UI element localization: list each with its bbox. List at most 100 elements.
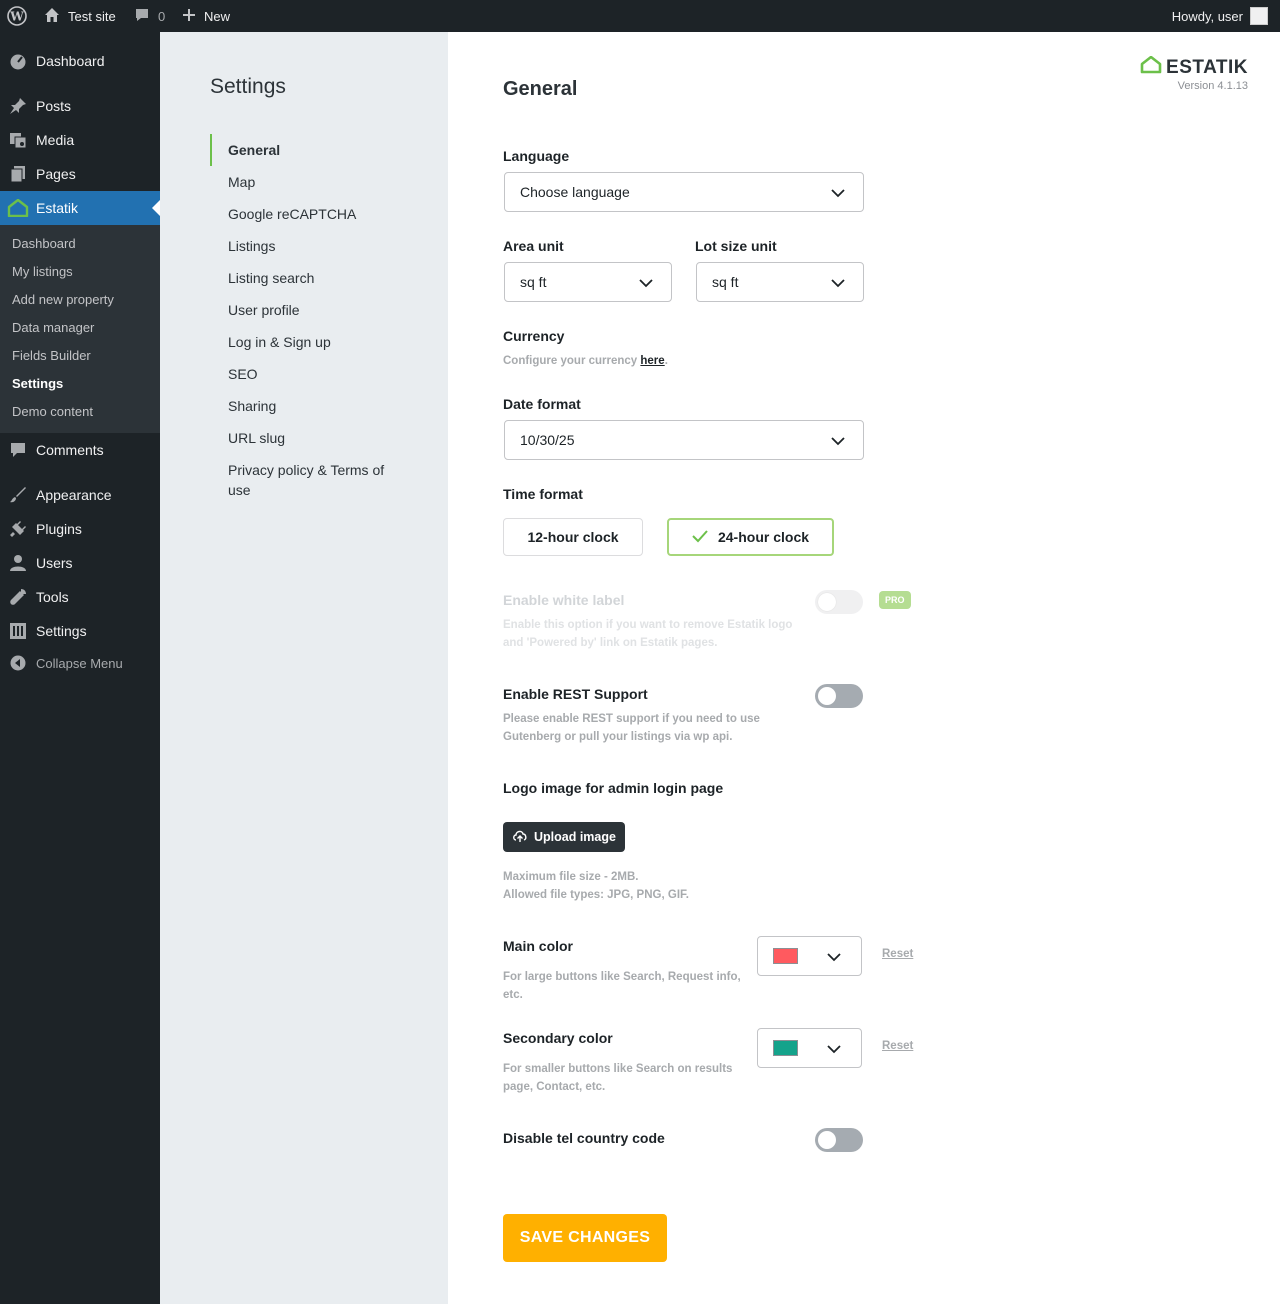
menu-settings[interactable]: Settings bbox=[0, 614, 160, 648]
estatik-logo: ESTATIK bbox=[1140, 55, 1248, 80]
settings-nav-user-profile[interactable]: User profile bbox=[228, 300, 398, 320]
secondary-color-picker[interactable] bbox=[757, 1028, 862, 1068]
secondary-color-reset-link[interactable]: Reset bbox=[882, 1040, 913, 1052]
time-12-hour-button[interactable]: 12-hour clock bbox=[503, 518, 643, 556]
main-color-picker[interactable] bbox=[757, 936, 862, 976]
settings-nav-listing-search[interactable]: Listing search bbox=[228, 268, 398, 288]
comments-count: 0 bbox=[158, 8, 166, 24]
white-label-toggle[interactable] bbox=[815, 590, 863, 614]
menu-users[interactable]: Users bbox=[0, 546, 160, 580]
settings-nav-sharing[interactable]: Sharing bbox=[228, 396, 398, 416]
comments-link[interactable]: 0 bbox=[134, 0, 165, 32]
settings-title: Settings bbox=[210, 75, 286, 98]
rest-support-help: Please enable REST support if you need t… bbox=[503, 713, 760, 743]
chevron-down-icon bbox=[831, 189, 845, 198]
submenu-fields-builder[interactable]: Fields Builder bbox=[12, 346, 91, 366]
white-label-help: Enable this option if you want to remove… bbox=[503, 619, 793, 649]
chevron-down-icon bbox=[831, 279, 845, 288]
area-unit-select[interactable]: sq ft bbox=[504, 262, 672, 302]
language-label: Language bbox=[503, 148, 570, 164]
rest-support-toggle[interactable] bbox=[815, 684, 863, 708]
user-account-menu[interactable]: Howdy, user bbox=[1172, 0, 1268, 32]
home-icon bbox=[44, 7, 60, 26]
paintbrush-icon bbox=[0, 486, 36, 504]
upload-image-button[interactable]: Upload image bbox=[503, 822, 625, 852]
date-format-select[interactable]: 10/30/25 bbox=[504, 420, 864, 460]
plus-icon bbox=[182, 8, 196, 25]
menu-media[interactable]: Media bbox=[0, 123, 160, 157]
secondary-color-swatch bbox=[773, 1040, 798, 1056]
lot-size-value: sq ft bbox=[712, 274, 739, 290]
settings-nav-privacy-terms[interactable]: Privacy policy & Terms of use bbox=[228, 460, 388, 500]
menu-pages[interactable]: Pages bbox=[0, 157, 160, 191]
menu-appearance[interactable]: Appearance bbox=[0, 478, 160, 512]
settings-nav-listings[interactable]: Listings bbox=[228, 236, 398, 256]
chevron-down-icon bbox=[831, 437, 845, 446]
date-format-value: 10/30/25 bbox=[520, 432, 575, 448]
submenu-data-manager[interactable]: Data manager bbox=[12, 318, 94, 338]
rest-support-label: Enable REST Support bbox=[503, 686, 648, 702]
new-label: New bbox=[204, 8, 231, 24]
submenu-demo-content[interactable]: Demo content bbox=[12, 402, 93, 422]
time-format-label: Time format bbox=[503, 486, 583, 502]
version-label: Version 4.1.13 bbox=[1177, 80, 1248, 92]
menu-dashboard[interactable]: Dashboard bbox=[0, 44, 160, 78]
language-select[interactable]: Choose language bbox=[504, 172, 864, 212]
admin-bar: W Test site 0 New Howdy, user bbox=[0, 0, 1280, 32]
settings-sliders-icon bbox=[0, 622, 36, 640]
time-24-hour-button[interactable]: 24-hour clock bbox=[667, 518, 834, 556]
language-value: Choose language bbox=[520, 184, 630, 200]
current-menu-arrow bbox=[152, 200, 160, 216]
save-changes-button[interactable]: SAVE CHANGES bbox=[503, 1214, 667, 1262]
active-nav-indicator bbox=[210, 134, 212, 166]
collapse-menu-button[interactable]: Collapse Menu bbox=[0, 646, 160, 680]
comment-icon bbox=[0, 441, 36, 459]
site-name: Test site bbox=[68, 8, 116, 24]
settings-nav-general[interactable]: General bbox=[228, 140, 398, 160]
lot-size-label: Lot size unit bbox=[695, 238, 777, 254]
date-format-label: Date format bbox=[503, 396, 581, 412]
submenu-dashboard[interactable]: Dashboard bbox=[12, 234, 76, 254]
settings-nav-recaptcha[interactable]: Google reCAPTCHA bbox=[228, 204, 398, 224]
pro-badge: PRO bbox=[879, 591, 911, 609]
main-color-swatch bbox=[773, 948, 798, 964]
menu-estatik[interactable]: Estatik bbox=[0, 191, 160, 225]
dashboard-icon bbox=[0, 52, 36, 70]
page-title: General bbox=[503, 78, 578, 100]
menu-comments[interactable]: Comments bbox=[0, 433, 160, 467]
site-link[interactable]: Test site bbox=[44, 0, 116, 32]
main-color-label: Main color bbox=[503, 938, 574, 954]
menu-posts[interactable]: Posts bbox=[0, 89, 160, 123]
settings-nav-login-signup[interactable]: Log in & Sign up bbox=[228, 332, 398, 352]
settings-nav-map[interactable]: Map bbox=[228, 172, 398, 192]
submenu-settings[interactable]: Settings bbox=[12, 374, 63, 394]
admin-sidebar: Dashboard Posts Media Pages Estatik Dash… bbox=[0, 32, 160, 1304]
estatik-submenu: Dashboard My listings Add new property D… bbox=[0, 225, 160, 433]
user-icon bbox=[0, 554, 36, 572]
estatik-house-icon bbox=[0, 199, 36, 217]
wordpress-logo-icon[interactable]: W bbox=[7, 0, 27, 32]
currency-config-link[interactable]: here bbox=[640, 355, 664, 367]
estatik-house-icon bbox=[1140, 55, 1162, 80]
settings-nav-seo[interactable]: SEO bbox=[228, 364, 398, 384]
main-color-reset-link[interactable]: Reset bbox=[882, 948, 913, 960]
settings-nav-url-slug[interactable]: URL slug bbox=[228, 428, 398, 448]
submenu-add-new-property[interactable]: Add new property bbox=[12, 290, 114, 310]
lot-size-select[interactable]: sq ft bbox=[696, 262, 864, 302]
settings-nav-panel: Settings General Map Google reCAPTCHA Li… bbox=[160, 32, 448, 1304]
collapse-arrow-icon bbox=[0, 655, 36, 671]
main-color-help: For large buttons like Search, Request i… bbox=[503, 971, 741, 1001]
svg-text:W: W bbox=[9, 10, 24, 24]
upload-cloud-icon bbox=[512, 829, 528, 846]
chevron-down-icon bbox=[639, 279, 653, 288]
wrench-icon bbox=[0, 588, 36, 606]
submenu-my-listings[interactable]: My listings bbox=[12, 262, 73, 282]
currency-help: Configure your currency here. bbox=[503, 355, 668, 367]
menu-plugins[interactable]: Plugins bbox=[0, 512, 160, 546]
menu-tools[interactable]: Tools bbox=[0, 580, 160, 614]
main-content: ESTATIK Version 4.1.13 General Language … bbox=[448, 32, 1280, 1304]
tel-country-code-toggle[interactable] bbox=[815, 1128, 863, 1152]
howdy-text: Howdy, user bbox=[1171, 8, 1243, 24]
area-unit-value: sq ft bbox=[520, 274, 547, 290]
new-content-link[interactable]: New bbox=[182, 0, 230, 32]
